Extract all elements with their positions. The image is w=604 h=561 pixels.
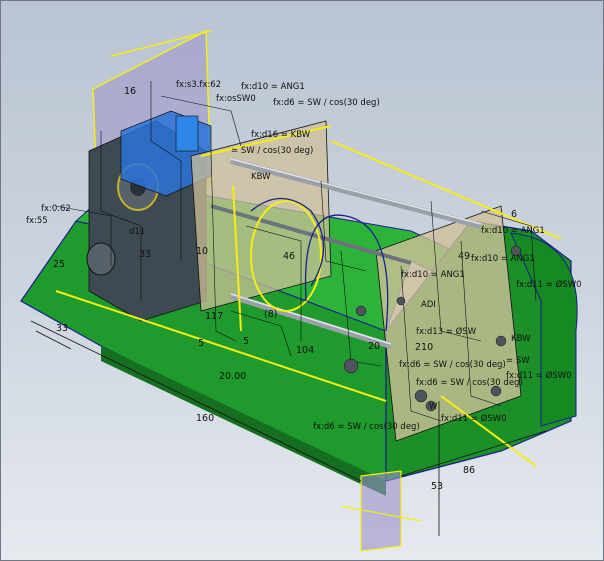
eq-ang1-right[interactable]: fx:d10 = ANG1 — [481, 226, 545, 236]
dim-16[interactable]: 16 — [124, 86, 136, 97]
eq-ang1-r3[interactable]: fx:d10 = ANG1 — [471, 254, 535, 264]
dim-160[interactable]: 160 — [196, 413, 214, 424]
eq-sw-cos-top[interactable]: fx:d6 = SW / cos(30 deg) — [273, 98, 380, 108]
dim-10[interactable]: 10 — [196, 246, 208, 257]
eq-cos-r2[interactable]: fx:d6 = SW / cos(30 deg) — [416, 378, 523, 388]
dim-86[interactable]: 86 — [463, 465, 475, 476]
motor-part-2[interactable] — [175, 115, 199, 152]
dim-33[interactable]: 33 — [56, 323, 68, 334]
dim-8[interactable]: (8) — [264, 309, 277, 320]
eq-fx62b[interactable]: fx:0.62 — [41, 204, 71, 214]
dim-5[interactable]: 5 — [198, 338, 204, 349]
eq-sw-cos-mid[interactable]: = SW / cos(30 deg) — [231, 146, 313, 156]
eq-fx62[interactable]: fx:s3.fx:62 — [176, 80, 221, 90]
dim-20b[interactable]: 20 — [368, 341, 380, 352]
eq-osw0-top[interactable]: fx:osSW0 — [216, 94, 256, 104]
eq-osw0-right[interactable]: fx:d11 = ØSW0 — [516, 279, 582, 290]
eq-osw-r[interactable]: fx:d13 = ØSW — [416, 326, 477, 337]
dim-20[interactable]: 20.00 — [219, 371, 246, 382]
eq-osw0-bottom[interactable]: fx:d11 = ØSW0 — [441, 413, 507, 424]
dim-6[interactable]: 6 — [511, 209, 517, 220]
eq-cos-bottom[interactable]: fx:d6 = SW / cos(30 deg) — [313, 422, 420, 432]
eq-adi[interactable]: ADI — [421, 300, 436, 310]
dim-210[interactable]: 210 — [415, 342, 433, 353]
dim-33b[interactable]: 33 — [139, 249, 151, 260]
dim-104[interactable]: 104 — [296, 345, 314, 356]
dim-117[interactable]: 117 — [205, 311, 223, 322]
dim-5b[interactable]: 5 — [243, 336, 249, 347]
eq-w[interactable]: W — [429, 402, 438, 412]
dim-53[interactable]: 53 — [431, 481, 443, 492]
eq-kbw-mid[interactable]: KBW — [251, 172, 271, 182]
eq-d11[interactable]: d11 — [129, 227, 145, 237]
dim-46[interactable]: 46 — [283, 251, 295, 262]
cad-3d-viewport[interactable]: 160 86 53 20.00 117 104 46 49 33 25 16 6… — [0, 0, 604, 561]
eq-kbw-top[interactable]: fx:d16 = KBW — [251, 130, 311, 140]
eq-ang1-r2[interactable]: fx:d10 = ANG1 — [401, 270, 465, 280]
dim-49[interactable]: 49 — [458, 251, 470, 262]
eq-kbw-r[interactable]: KBW — [511, 334, 531, 344]
eq-fx55[interactable]: fx:55 — [26, 216, 48, 226]
eq-ang1-top[interactable]: fx:d10 = ANG1 — [241, 82, 305, 92]
eq-cos-r[interactable]: fx:d6 = SW / cos(30 deg) — [399, 360, 506, 370]
dim-25[interactable]: 25 — [53, 259, 65, 270]
cad-model-canvas[interactable]: 160 86 53 20.00 117 104 46 49 33 25 16 6… — [1, 1, 604, 561]
eq-sw-r[interactable]: = SW — [506, 356, 530, 366]
